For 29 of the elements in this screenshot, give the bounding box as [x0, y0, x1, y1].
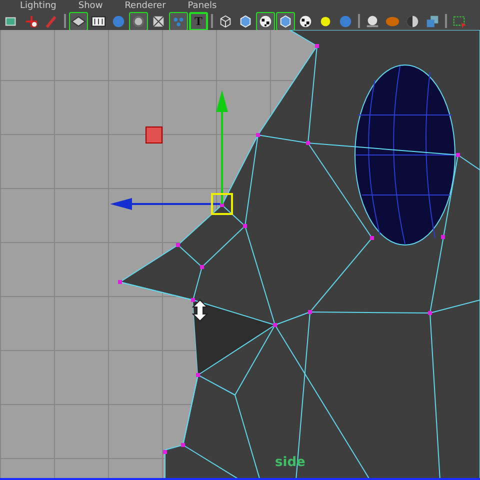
cubes-icon [425, 14, 440, 28]
ball-icon [111, 14, 126, 28]
menu-item[interactable]: Renderer [124, 0, 166, 12]
marquee-icon [452, 14, 467, 28]
menu-item[interactable]: Show [78, 0, 103, 12]
move-icon [24, 14, 39, 28]
cube-button[interactable] [276, 12, 295, 30]
brush-icon [44, 14, 59, 28]
wirecube-icon [218, 14, 233, 28]
dots-button[interactable] [169, 12, 188, 30]
menu-item[interactable]: Panels [188, 0, 217, 12]
checker-button[interactable] [256, 12, 275, 30]
pivot-handle-icon[interactable] [146, 126, 162, 144]
checker-icon [258, 14, 273, 28]
toolbar-separator [445, 14, 447, 28]
shade-icon [365, 14, 380, 28]
cursor-icon [192, 299, 208, 322]
checker-icon [298, 14, 313, 28]
toolbar-separator [64, 14, 66, 28]
toolbar-separator [358, 14, 360, 28]
film-icon [91, 14, 106, 28]
toolbar-separator [211, 14, 213, 28]
ring-button[interactable] [129, 12, 148, 30]
move-manipulator-icon[interactable] [110, 90, 233, 215]
half-icon [405, 14, 420, 28]
plane-button[interactable] [69, 12, 88, 30]
menu-item[interactable]: Lighting [20, 0, 56, 12]
ball-icon [338, 14, 353, 28]
ring-icon [131, 14, 146, 28]
